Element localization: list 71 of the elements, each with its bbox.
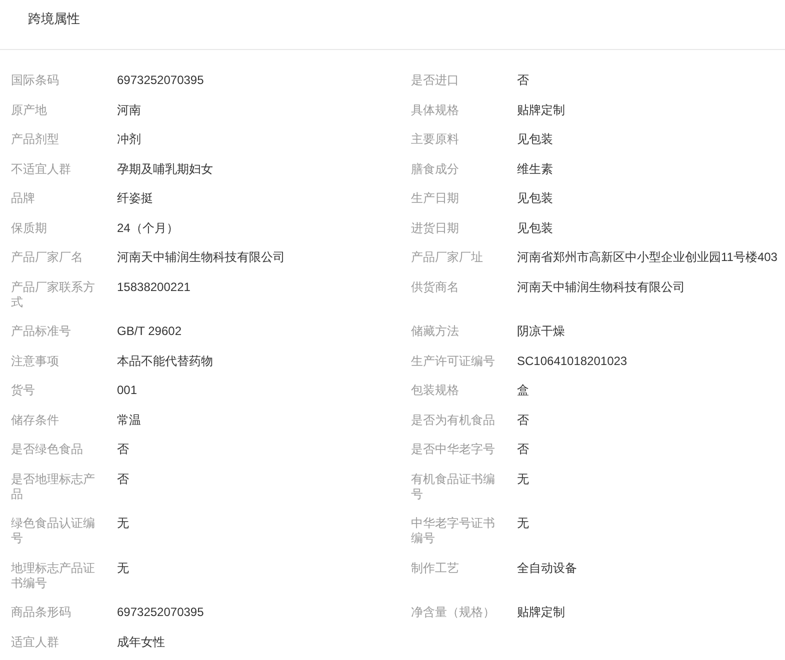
property-value: 6973252070395 bbox=[117, 72, 205, 89]
property-label: 货号 bbox=[11, 382, 36, 399]
property-value: 15838200221 bbox=[117, 278, 192, 296]
property-label: 储存条件 bbox=[11, 412, 60, 428]
property-value: 见包装 bbox=[517, 220, 554, 236]
property-value: 盒 bbox=[517, 382, 530, 399]
property-label: 地理标志产品证书编号 bbox=[11, 560, 96, 592]
property-label: 是否为有机食品 bbox=[411, 412, 496, 428]
property-label: 国际条码 bbox=[11, 72, 60, 89]
property-label: 产品厂家联系方式 bbox=[11, 278, 96, 310]
property-label: 有机食品证书编号 bbox=[411, 470, 496, 502]
property-label: 是否中华老字号 bbox=[411, 441, 496, 458]
property-value: 成年女性 bbox=[117, 634, 166, 650]
property-value: 河南 bbox=[117, 102, 142, 118]
property-label: 净含量（规格） bbox=[411, 604, 496, 621]
property-label: 不适宜人群 bbox=[11, 160, 72, 178]
property-value: 否 bbox=[117, 470, 130, 488]
property-label: 是否绿色食品 bbox=[11, 441, 84, 458]
property-value: 6973252070395 bbox=[117, 604, 205, 621]
property-label: 产品标准号 bbox=[11, 323, 72, 340]
property-value: 贴牌定制 bbox=[517, 102, 566, 118]
property-value: 无 bbox=[517, 515, 530, 532]
property-value: 贴牌定制 bbox=[517, 604, 566, 621]
property-value: 否 bbox=[117, 441, 130, 458]
property-label: 保质期 bbox=[11, 220, 48, 236]
property-value: 否 bbox=[517, 72, 530, 89]
property-value: 见包装 bbox=[517, 190, 554, 207]
property-label: 注意事项 bbox=[11, 352, 60, 370]
property-label: 是否进口 bbox=[411, 72, 460, 89]
property-value: 无 bbox=[117, 560, 130, 576]
property-value: 无 bbox=[517, 470, 530, 488]
property-value: SC10641018201023 bbox=[517, 352, 628, 370]
property-value: 否 bbox=[517, 441, 530, 458]
property-value: 河南天中辅润生物科技有限公司 bbox=[117, 249, 286, 266]
property-value: 维生素 bbox=[517, 160, 554, 178]
property-value: 阴凉干燥 bbox=[517, 323, 566, 340]
property-label: 适宜人群 bbox=[11, 634, 60, 650]
property-value: 河南省郑州市高新区中小型企业创业园11号楼403 bbox=[517, 249, 778, 266]
property-label: 品牌 bbox=[11, 190, 36, 207]
property-label: 具体规格 bbox=[411, 102, 460, 118]
property-label: 商品条形码 bbox=[11, 604, 72, 621]
property-label: 绿色食品认证编号 bbox=[11, 515, 96, 547]
property-label: 产品厂家厂名 bbox=[11, 249, 84, 266]
property-label: 产品厂家厂址 bbox=[411, 249, 484, 266]
property-label: 制作工艺 bbox=[411, 560, 460, 576]
property-value: 常温 bbox=[117, 412, 142, 428]
property-value: 无 bbox=[117, 515, 130, 532]
property-value: GB/T 29602 bbox=[117, 323, 182, 340]
property-value: 见包装 bbox=[517, 131, 554, 148]
property-label: 是否地理标志产品 bbox=[11, 470, 96, 502]
property-label: 中华老字号证书编号 bbox=[411, 515, 496, 547]
property-value: 孕期及哺乳期妇女 bbox=[117, 160, 214, 178]
property-value: 纤姿挺 bbox=[117, 190, 154, 207]
property-label: 主要原料 bbox=[411, 131, 460, 148]
property-value: 否 bbox=[517, 412, 530, 428]
property-label: 储藏方法 bbox=[411, 323, 460, 340]
section-title: 跨境属性 bbox=[28, 11, 80, 27]
property-label: 产品剂型 bbox=[11, 131, 60, 148]
property-label: 包装规格 bbox=[411, 382, 460, 399]
property-label: 生产日期 bbox=[411, 190, 460, 207]
property-value: 冲剂 bbox=[117, 131, 142, 148]
property-label: 原产地 bbox=[11, 102, 48, 118]
property-label: 进货日期 bbox=[411, 220, 460, 236]
property-value: 24（个月） bbox=[117, 220, 180, 236]
property-label: 供货商名 bbox=[411, 278, 460, 296]
property-value: 全自动设备 bbox=[517, 560, 578, 576]
property-value: 本品不能代替药物 bbox=[117, 352, 214, 370]
property-value: 河南天中辅润生物科技有限公司 bbox=[517, 278, 686, 296]
property-value: 001 bbox=[117, 382, 138, 399]
property-label: 生产许可证编号 bbox=[411, 352, 496, 370]
property-label: 膳食成分 bbox=[411, 160, 460, 178]
